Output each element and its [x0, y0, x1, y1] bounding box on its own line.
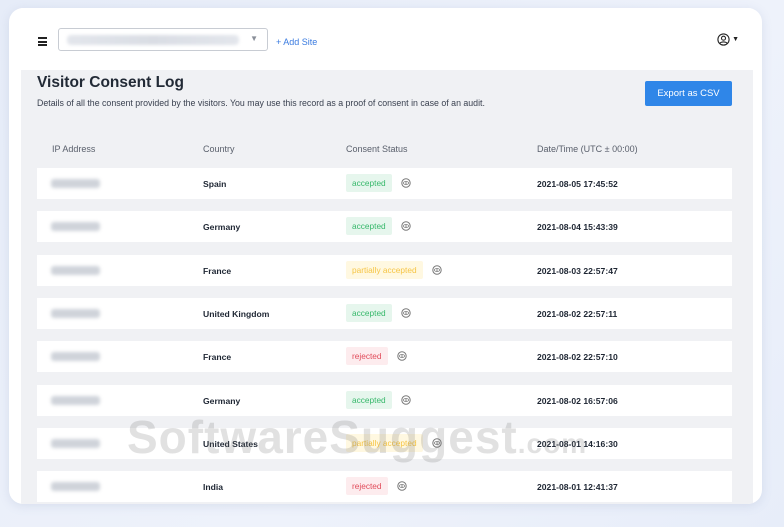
datetime-cell: 2021-08-01 14:16:30 — [537, 439, 618, 449]
eye-icon[interactable] — [431, 438, 442, 448]
user-menu[interactable]: ▼ — [717, 33, 739, 46]
consent-status-cell: accepted — [346, 217, 411, 235]
status-badge: accepted — [346, 174, 392, 192]
eye-icon[interactable] — [400, 221, 411, 231]
country-cell: France — [203, 352, 232, 362]
site-selector-dropdown[interactable]: ▼ — [58, 28, 268, 51]
eye-icon[interactable] — [400, 178, 411, 188]
status-badge: partially accepted — [346, 261, 423, 279]
table-row[interactable]: United Kingdom accepted 2021-08-02 22:57:1… — [37, 298, 732, 329]
country-cell: United States — [203, 439, 258, 449]
eye-icon[interactable] — [396, 481, 407, 491]
consent-status-cell: partially accepted — [346, 261, 442, 279]
table-row[interactable]: Germany accepted 2021-08-04 15:43:39 — [37, 211, 732, 242]
ip-address-redacted — [51, 179, 100, 188]
datetime-cell: 2021-08-02 22:57:11 — [537, 309, 618, 319]
ip-address-redacted — [51, 482, 100, 491]
table-row[interactable]: Spain accepted 2021-08-05 17:45:52 — [37, 168, 732, 199]
consent-status-cell: accepted — [346, 391, 411, 409]
consent-status-cell: accepted — [346, 174, 411, 192]
status-badge: rejected — [346, 347, 388, 365]
ip-address-redacted — [51, 439, 100, 448]
eye-icon[interactable] — [431, 265, 442, 275]
status-badge: accepted — [346, 217, 392, 235]
user-circle-icon — [717, 33, 730, 46]
country-cell: Spain — [203, 179, 227, 189]
datetime-cell: 2021-08-02 22:57:10 — [537, 352, 618, 362]
country-cell: United Kingdom — [203, 309, 270, 319]
country-cell: India — [203, 482, 224, 492]
consent-status-cell: partially accepted — [346, 434, 442, 452]
table-row[interactable]: United States partially accepted 2021-08-0… — [37, 428, 732, 459]
column-header-datetime: Date/Time (UTC ± 00:00) — [537, 144, 638, 154]
page-title: Visitor Consent Log — [37, 74, 184, 91]
ip-address-redacted — [51, 352, 100, 361]
status-badge: accepted — [346, 304, 392, 322]
consent-status-cell: rejected — [346, 347, 407, 365]
table-row[interactable]: Germany accepted 2021-08-02 16:57:06 — [37, 385, 732, 416]
add-site-link[interactable]: + Add Site — [276, 37, 317, 47]
consent-status-cell: rejected — [346, 477, 407, 495]
status-badge: rejected — [346, 477, 388, 495]
datetime-cell: 2021-08-03 22:57:47 — [537, 266, 618, 276]
ip-address-redacted — [51, 222, 100, 231]
status-badge: partially accepted — [346, 434, 423, 452]
hamburger-menu-icon[interactable] — [38, 37, 47, 46]
ip-address-redacted — [51, 396, 100, 405]
country-cell: Germany — [203, 396, 241, 406]
main-content: Visitor Consent Log Details of all the c… — [21, 70, 753, 504]
chevron-down-icon: ▼ — [732, 36, 739, 43]
datetime-cell: 2021-08-01 12:41:37 — [537, 482, 618, 492]
eye-icon[interactable] — [400, 308, 411, 318]
eye-icon[interactable] — [400, 395, 411, 405]
site-selector-value-redacted — [67, 35, 239, 45]
table-row[interactable]: France rejected 2021-08-02 22:57:10 — [37, 341, 732, 372]
eye-icon[interactable] — [396, 351, 407, 361]
datetime-cell: 2021-08-05 17:45:52 — [537, 179, 618, 189]
column-header-ip: IP Address — [52, 144, 96, 154]
consent-status-cell: accepted — [346, 304, 411, 322]
country-cell: France — [203, 266, 232, 276]
datetime-cell: 2021-08-04 15:43:39 — [537, 222, 618, 232]
column-header-country: Country — [203, 144, 235, 154]
ip-address-redacted — [51, 309, 100, 318]
top-bar: ▼ + Add Site ▼ — [21, 8, 753, 70]
export-csv-button[interactable]: Export as CSV — [645, 81, 732, 106]
app-window: ▼ + Add Site ▼ Visitor Consent Log Detai… — [9, 8, 762, 504]
chevron-down-icon: ▼ — [250, 34, 258, 43]
column-header-consent-status: Consent Status — [346, 144, 408, 154]
status-badge: accepted — [346, 391, 392, 409]
page-subtitle: Details of all the consent provided by t… — [37, 98, 485, 108]
table-header: IP Address Country Consent Status Date/T… — [37, 144, 732, 158]
ip-address-redacted — [51, 266, 100, 275]
table-row[interactable]: India rejected 2021-08-01 12:41:37 — [37, 471, 732, 502]
country-cell: Germany — [203, 222, 241, 232]
datetime-cell: 2021-08-02 16:57:06 — [537, 396, 618, 406]
table-row[interactable]: France partially accepted 2021-08-03 22:57… — [37, 255, 732, 286]
